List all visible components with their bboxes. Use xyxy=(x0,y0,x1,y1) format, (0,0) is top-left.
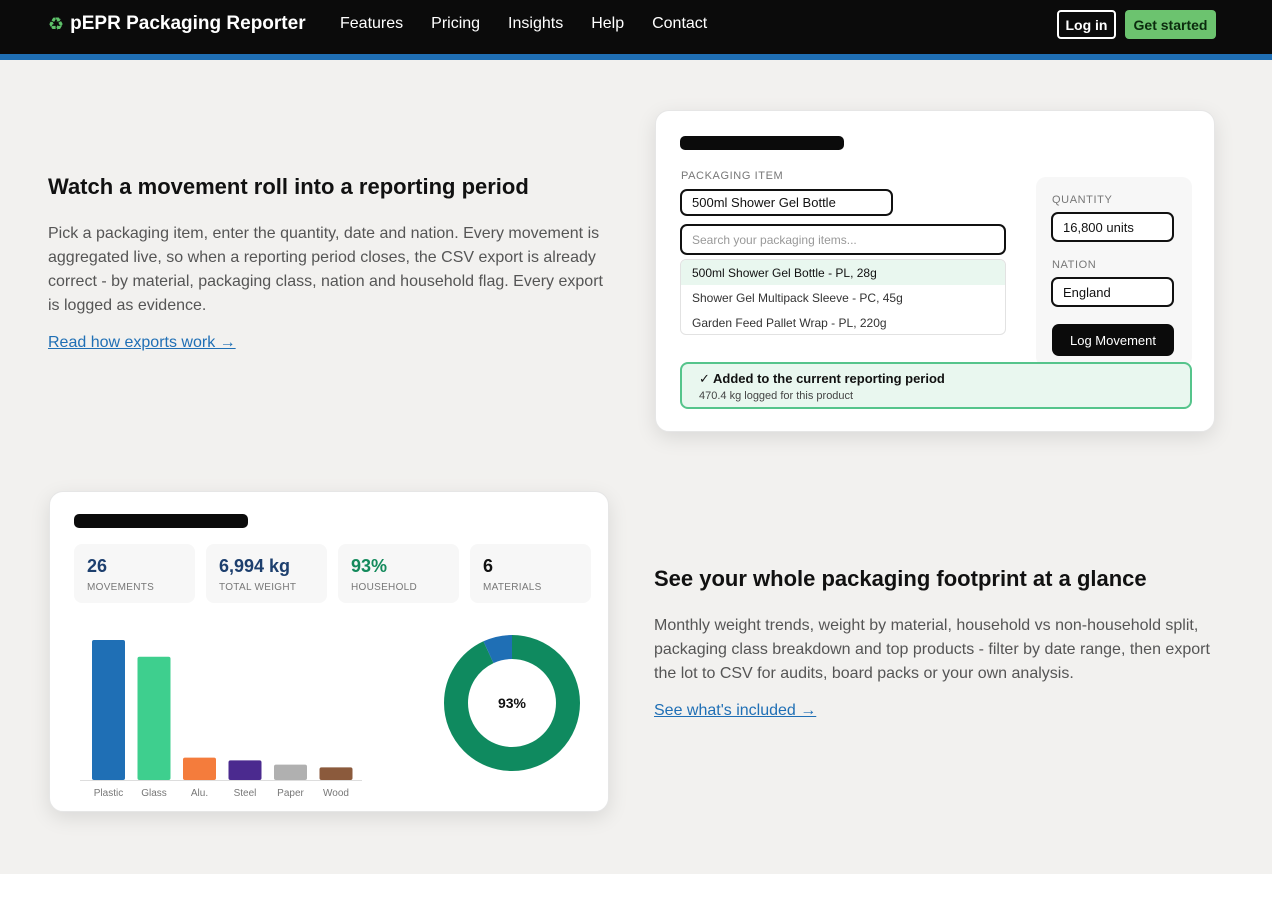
household-donut-chart: 93% xyxy=(444,635,580,771)
stat-movements: 26 MOVEMENTS xyxy=(74,544,195,603)
section-footprint-body: Monthly weight trends, weight by materia… xyxy=(654,617,1210,682)
stat-value: 93% xyxy=(351,556,388,576)
bar-steel xyxy=(228,760,262,780)
top-navigation-bar: ♻ pEPR Packaging Reporter Features Prici… xyxy=(0,0,1272,60)
material-bar-chart: Plastic Glass Alu. Steel Paper Wood xyxy=(80,640,362,799)
nav-help[interactable]: Help xyxy=(591,15,624,33)
section-footprint: See your whole packaging footprint at a … xyxy=(654,566,1224,720)
main-nav: Features Pricing Insights Help Contact xyxy=(340,15,707,33)
stat-total-weight: 6,994 kg TOTAL WEIGHT xyxy=(206,544,327,603)
nation-field[interactable]: England xyxy=(1051,277,1174,307)
redacted-title xyxy=(680,136,844,150)
packaging-item-label: PACKAGING ITEM xyxy=(681,170,784,182)
dropdown-option[interactable]: 500ml Shower Gel Bottle - PL, 28g xyxy=(681,260,1005,285)
bar-plastic xyxy=(92,640,125,780)
see-included-link[interactable]: See what's included → xyxy=(654,702,816,719)
brand[interactable]: ♻ pEPR Packaging Reporter xyxy=(48,13,306,35)
stat-household: 93% HOUSEHOLD xyxy=(338,544,459,603)
stat-label: MOVEMENTS xyxy=(87,582,155,593)
bar-label: Wood xyxy=(323,788,349,799)
bar-label: Paper xyxy=(277,788,304,799)
login-button[interactable]: Log in xyxy=(1057,10,1116,39)
nav-contact[interactable]: Contact xyxy=(652,15,707,33)
redacted-title xyxy=(74,514,248,528)
toast-subtitle: 470.4 kg logged for this product xyxy=(699,390,854,402)
bar-label: Steel xyxy=(234,788,257,799)
bar-wood xyxy=(319,767,353,780)
movement-demo-card: PACKAGING ITEM 500ml Shower Gel Bottle S… xyxy=(655,110,1215,432)
donut-center-label: 93% xyxy=(498,695,527,711)
bar-paper xyxy=(274,764,307,780)
nav-pricing[interactable]: Pricing xyxy=(431,15,480,33)
search-input[interactable]: Search your packaging items... xyxy=(680,224,1006,255)
nation-label: NATION xyxy=(1052,259,1097,271)
nav-insights[interactable]: Insights xyxy=(508,15,563,33)
bar-label: Plastic xyxy=(94,788,123,799)
read-exports-link[interactable]: Read how exports work → xyxy=(48,334,236,351)
item-dropdown: 500ml Shower Gel Bottle - PL, 28g Shower… xyxy=(680,259,1006,335)
stat-value: 26 xyxy=(87,556,108,576)
stat-materials: 6 MATERIALS xyxy=(470,544,591,603)
section-movement-title: Watch a movement roll into a reporting p… xyxy=(48,174,529,199)
packaging-item-field[interactable]: 500ml Shower Gel Bottle xyxy=(680,189,893,216)
stat-label: MATERIALS xyxy=(483,582,542,593)
recycle-icon: ♻ xyxy=(48,13,65,34)
stat-label: HOUSEHOLD xyxy=(351,582,418,593)
section-movement: Watch a movement roll into a reporting p… xyxy=(48,174,608,352)
bar-glass xyxy=(137,656,171,780)
bar-label: Alu. xyxy=(191,788,208,799)
bar-label: Glass xyxy=(141,788,167,799)
success-toast: ✓ Added to the current reporting period … xyxy=(680,362,1192,409)
log-movement-button[interactable]: Log Movement xyxy=(1052,324,1174,356)
stat-value: 6,994 kg xyxy=(219,556,291,576)
nav-features[interactable]: Features xyxy=(340,15,403,33)
section-movement-body: Pick a packaging item, enter the quantit… xyxy=(48,225,603,314)
bar-alu xyxy=(183,757,216,780)
dropdown-option[interactable]: Garden Feed Pallet Wrap - PL, 220g xyxy=(681,310,1005,334)
brand-name: pEPR Packaging Reporter xyxy=(70,13,306,34)
toast-title: ✓ Added to the current reporting period xyxy=(699,371,945,386)
dropdown-option[interactable]: Shower Gel Multipack Sleeve - PC, 45g xyxy=(681,285,1005,310)
quantity-field[interactable]: 16,800 units xyxy=(1051,212,1174,242)
stat-value: 6 xyxy=(483,556,494,576)
get-started-button[interactable]: Get started xyxy=(1125,10,1216,39)
dashboard-card: 26 MOVEMENTS 6,994 kg TOTAL WEIGHT 93% H… xyxy=(49,491,609,812)
quantity-label: QUANTITY xyxy=(1052,194,1113,206)
stat-label: TOTAL WEIGHT xyxy=(219,582,297,593)
section-footprint-title: See your whole packaging footprint at a … xyxy=(654,566,1147,591)
